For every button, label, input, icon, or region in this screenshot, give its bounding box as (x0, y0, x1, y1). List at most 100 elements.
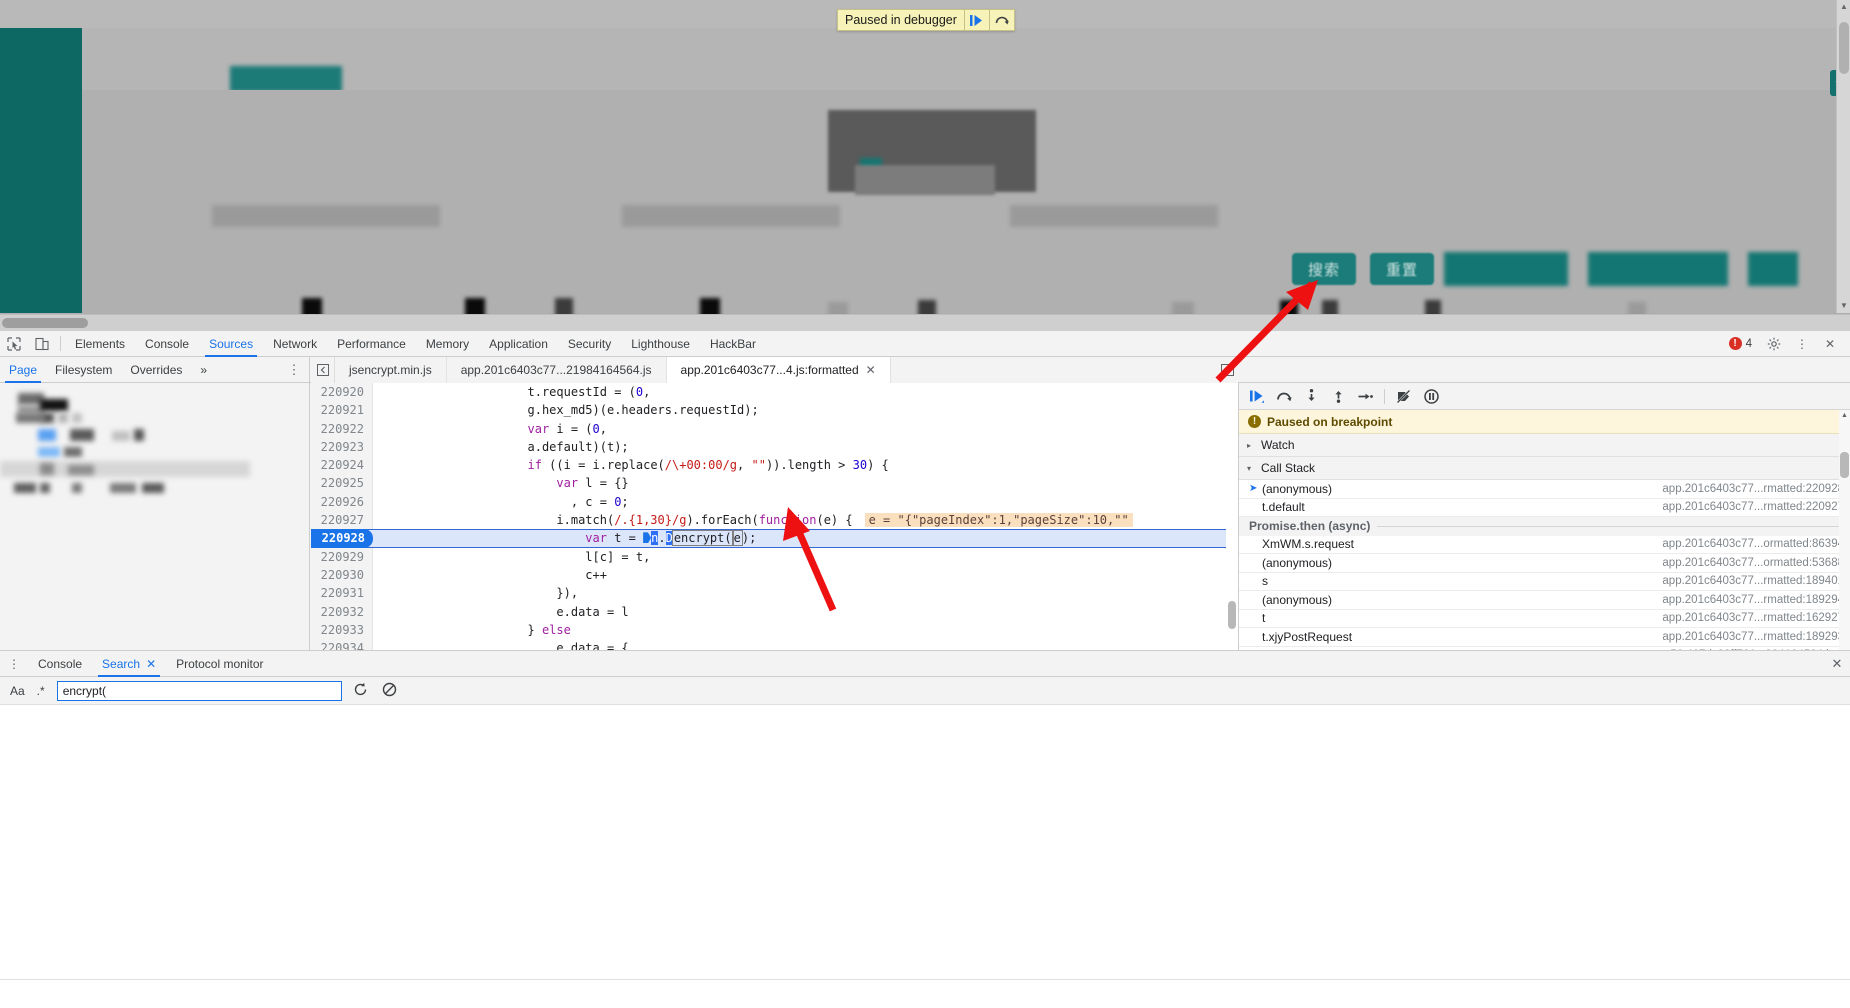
page-reset-button[interactable]: 重置 (1370, 253, 1434, 285)
line-number[interactable]: 220928 (311, 529, 373, 548)
code-line[interactable]: 220926 , c = 0; (311, 492, 1238, 512)
call-stack-row[interactable]: s app.201c6403c77...rmatted:189401 (1239, 572, 1850, 591)
nav-tree-item[interactable] (14, 483, 36, 493)
nav-tree-item[interactable] (110, 483, 136, 493)
call-stack-row[interactable]: t.default app.201c6403c77...rmatted:22092… (1239, 498, 1850, 517)
step-out-button[interactable] (1326, 384, 1350, 408)
navigator-tab-filesystem[interactable]: Filesystem (46, 357, 121, 383)
tab-performance[interactable]: Performance (327, 331, 416, 357)
file-tab[interactable]: jsencrypt.min.js (335, 357, 447, 383)
nav-tree-item[interactable] (134, 429, 144, 441)
inspect-element-button[interactable] (0, 331, 28, 357)
search-input[interactable]: encrypt( (56, 680, 342, 701)
code-line[interactable]: 220929 l[c] = t, (311, 547, 1238, 566)
drawer-tab-search[interactable]: Search ✕ (92, 651, 166, 677)
nav-tree-item[interactable] (142, 483, 164, 493)
nav-tree-item[interactable] (40, 483, 50, 493)
code-line[interactable]: 220920 t.requestId = (0, (311, 383, 1238, 402)
navigator-tab-overrides[interactable]: Overrides (121, 357, 191, 383)
scroll-up-arrow[interactable]: ▲ (1839, 410, 1850, 421)
banner-resume-button[interactable] (963, 10, 989, 30)
line-number[interactable]: 220923 (311, 437, 373, 457)
watch-section-header[interactable]: ▸ Watch (1239, 434, 1850, 457)
tab-memory[interactable]: Memory (416, 331, 479, 357)
close-icon[interactable]: ✕ (146, 651, 156, 677)
code-line[interactable]: 220930 c++ (311, 565, 1238, 585)
nav-tree-item[interactable] (40, 463, 54, 475)
nav-tree-item[interactable] (70, 429, 94, 441)
code-line[interactable]: 220933 } else (311, 620, 1238, 640)
page-button-block[interactable] (1748, 252, 1798, 286)
tab-sources[interactable]: Sources (199, 331, 263, 357)
deactivate-breakpoints-button[interactable] (1392, 384, 1416, 408)
nav-tree-item[interactable] (42, 413, 54, 423)
page-search-button[interactable]: 搜索 (1292, 253, 1356, 285)
search-refresh-button[interactable] (351, 682, 371, 700)
scrollbar-thumb[interactable] (1839, 22, 1849, 74)
file-tabs-overflow-button[interactable] (1216, 357, 1238, 383)
code-line[interactable]: 220925 var l = {} (311, 474, 1238, 493)
tab-application[interactable]: Application (479, 331, 558, 357)
code-line[interactable]: 220924 if ((i = i.replace(/\+00:00/g, ""… (311, 456, 1238, 475)
line-number[interactable]: 220929 (311, 547, 373, 566)
call-stack-row[interactable]: ➤ (anonymous) app.201c6403c77...rmatted:22… (1239, 480, 1850, 499)
scrollbar-thumb[interactable] (2, 318, 88, 328)
call-stack-row[interactable]: (anonymous) app.201c6403c77...rmatted:189… (1239, 591, 1850, 610)
nav-tree-item[interactable] (38, 447, 60, 457)
line-number[interactable]: 220933 (311, 620, 373, 640)
close-icon[interactable]: ✕ (866, 357, 876, 383)
call-stack-row[interactable]: (anonymous) app.201c6403c77...ormatted:53… (1239, 554, 1850, 573)
navigator-tab-page[interactable]: Page (0, 357, 46, 383)
search-results-area[interactable] (0, 705, 1850, 1005)
line-number[interactable]: 220924 (311, 456, 373, 475)
settings-button[interactable] (1760, 331, 1788, 357)
nav-tree-item[interactable] (72, 413, 82, 423)
code-line[interactable]: 220927 i.match(/.{1,30}/g).forEach(funct… (311, 511, 1238, 530)
step-button[interactable] (1353, 384, 1377, 408)
line-number[interactable]: 220927 (311, 511, 373, 530)
nav-tree-item[interactable] (68, 465, 94, 475)
scroll-up-arrow[interactable]: ▲ (1837, 0, 1850, 14)
tab-elements[interactable]: Elements (65, 331, 135, 357)
line-number[interactable]: 220920 (311, 383, 373, 402)
close-devtools-button[interactable]: ✕ (1816, 331, 1844, 357)
page-button-block[interactable] (1444, 252, 1568, 286)
step-over-button[interactable] (1272, 384, 1296, 408)
nav-tree-row-selected[interactable] (0, 461, 250, 477)
line-number[interactable]: 220932 (311, 602, 373, 621)
line-number[interactable]: 220930 (311, 565, 373, 585)
drawer-close-button[interactable]: ✕ (1824, 651, 1850, 677)
line-number[interactable]: 220925 (311, 474, 373, 493)
step-into-button[interactable] (1299, 384, 1323, 408)
search-clear-button[interactable] (380, 682, 400, 700)
nav-tree-item[interactable] (58, 413, 68, 423)
page-horizontal-scrollbar[interactable] (0, 314, 1850, 330)
file-tab[interactable]: app.201c6403c77...21984164564.js (447, 357, 667, 383)
scrollbar-thumb[interactable] (1840, 452, 1849, 478)
pause-on-exceptions-button[interactable] (1419, 384, 1443, 408)
call-stack-row[interactable]: XmWM.s.request app.201c6403c77...ormatted… (1239, 535, 1850, 554)
scrollbar-thumb[interactable] (1228, 601, 1236, 629)
code-line[interactable]: 220931 }), (311, 584, 1238, 603)
code-line[interactable]: 220932 e.data = l (311, 602, 1238, 621)
toggle-device-toolbar-button[interactable] (28, 331, 56, 357)
banner-step-over-button[interactable] (988, 10, 1014, 30)
drawer-tab-console[interactable]: Console (28, 651, 92, 677)
code-line[interactable]: 220923 a.default)(t); (311, 437, 1238, 457)
drawer-tab-protocol-monitor[interactable]: Protocol monitor (166, 651, 273, 677)
nav-tree-item[interactable] (40, 399, 68, 411)
tab-network[interactable]: Network (263, 331, 327, 357)
page-button-block[interactable] (1588, 252, 1728, 286)
file-tab[interactable]: app.201c6403c77...4.js:formatted ✕ (666, 357, 891, 383)
call-stack-section-header[interactable]: ▾ Call Stack (1239, 457, 1850, 480)
show-navigator-button[interactable] (311, 357, 335, 383)
call-stack-row[interactable]: t app.201c6403c77...rmatted:162927 (1239, 609, 1850, 628)
tab-security[interactable]: Security (558, 331, 621, 357)
tab-lighthouse[interactable]: Lighthouse (621, 331, 700, 357)
navigator-more-button[interactable]: ⋮ (287, 362, 301, 378)
search-regex-button[interactable]: .* (34, 684, 48, 698)
line-number[interactable]: 220921 (311, 401, 373, 420)
navigator-tab-»[interactable]: » (191, 357, 216, 383)
code-line[interactable]: 220928 var t = n.Dencrypt(e); (311, 529, 1238, 548)
line-number[interactable]: 220931 (311, 584, 373, 603)
